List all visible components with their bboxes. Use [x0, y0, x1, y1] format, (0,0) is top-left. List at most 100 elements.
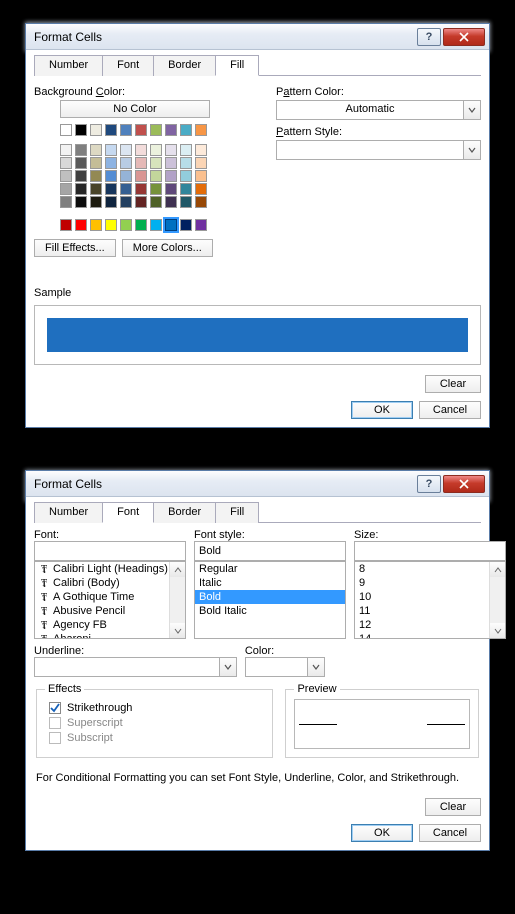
- scroll-down-icon[interactable]: [170, 623, 185, 638]
- color-swatch[interactable]: [105, 219, 117, 231]
- fill-effects-button[interactable]: Fill Effects...: [34, 239, 116, 257]
- tab-border[interactable]: Border: [153, 502, 216, 523]
- ok-button[interactable]: OK: [351, 401, 413, 419]
- list-item[interactable]: 14: [355, 632, 505, 639]
- list-item[interactable]: Regular: [195, 562, 345, 576]
- tab-border[interactable]: Border: [153, 55, 216, 76]
- list-item[interactable]: Calibri (Body): [35, 576, 185, 590]
- titlebar[interactable]: Format Cells ?: [26, 24, 489, 50]
- color-swatch[interactable]: [135, 183, 147, 195]
- color-swatch[interactable]: [75, 219, 87, 231]
- color-swatch[interactable]: [195, 219, 207, 231]
- color-swatch[interactable]: [135, 196, 147, 208]
- scroll-up-icon[interactable]: [170, 562, 185, 577]
- color-swatch[interactable]: [60, 124, 72, 136]
- color-swatch[interactable]: [105, 157, 117, 169]
- color-swatch[interactable]: [105, 196, 117, 208]
- color-swatch[interactable]: [165, 144, 177, 156]
- cancel-button[interactable]: Cancel: [419, 824, 481, 842]
- no-color-button[interactable]: No Color: [60, 100, 210, 118]
- color-swatch[interactable]: [150, 144, 162, 156]
- color-swatch[interactable]: [120, 124, 132, 136]
- color-swatch[interactable]: [90, 183, 102, 195]
- list-item[interactable]: Bold Italic: [195, 604, 345, 618]
- tab-fill[interactable]: Fill: [215, 55, 259, 76]
- help-button[interactable]: ?: [417, 475, 441, 493]
- list-item[interactable]: Bold: [195, 590, 345, 604]
- color-swatch[interactable]: [105, 144, 117, 156]
- color-swatch[interactable]: [150, 170, 162, 182]
- color-swatch[interactable]: [135, 124, 147, 136]
- color-dropdown[interactable]: [245, 657, 325, 677]
- font-input[interactable]: [34, 541, 186, 561]
- color-swatch[interactable]: [165, 196, 177, 208]
- color-swatch[interactable]: [135, 157, 147, 169]
- scrollbar[interactable]: [489, 562, 505, 638]
- color-swatch[interactable]: [180, 124, 192, 136]
- list-item[interactable]: Aharoni: [35, 632, 185, 639]
- tab-fill[interactable]: Fill: [215, 502, 259, 523]
- color-swatch[interactable]: [150, 124, 162, 136]
- font-listbox[interactable]: Calibri Light (Headings)Calibri (Body)A …: [34, 561, 186, 639]
- color-swatch[interactable]: [150, 219, 162, 231]
- scroll-up-icon[interactable]: [490, 562, 505, 577]
- scroll-down-icon[interactable]: [490, 623, 505, 638]
- color-swatch[interactable]: [165, 219, 177, 231]
- color-swatch[interactable]: [60, 170, 72, 182]
- color-swatch[interactable]: [75, 144, 87, 156]
- color-swatch[interactable]: [195, 196, 207, 208]
- color-swatch[interactable]: [195, 170, 207, 182]
- color-swatch[interactable]: [150, 157, 162, 169]
- underline-dropdown[interactable]: [34, 657, 237, 677]
- ok-button[interactable]: OK: [351, 824, 413, 842]
- color-swatch[interactable]: [165, 183, 177, 195]
- color-swatch[interactable]: [120, 144, 132, 156]
- pattern-color-dropdown[interactable]: Automatic: [276, 100, 481, 120]
- color-swatch[interactable]: [165, 124, 177, 136]
- color-swatch[interactable]: [90, 170, 102, 182]
- color-swatch[interactable]: [120, 196, 132, 208]
- color-swatch[interactable]: [75, 183, 87, 195]
- color-swatch[interactable]: [135, 219, 147, 231]
- color-swatch[interactable]: [195, 157, 207, 169]
- strikethrough-checkbox[interactable]: Strikethrough: [49, 702, 260, 714]
- color-swatch[interactable]: [105, 170, 117, 182]
- size-listbox[interactable]: 8910111214: [354, 561, 506, 639]
- tab-font[interactable]: Font: [102, 55, 154, 76]
- list-item[interactable]: 12: [355, 618, 505, 632]
- color-swatch[interactable]: [60, 144, 72, 156]
- color-swatch[interactable]: [180, 144, 192, 156]
- list-item[interactable]: Italic: [195, 576, 345, 590]
- list-item[interactable]: Abusive Pencil: [35, 604, 185, 618]
- color-swatch[interactable]: [195, 183, 207, 195]
- color-swatch[interactable]: [75, 157, 87, 169]
- list-item[interactable]: 11: [355, 604, 505, 618]
- close-button[interactable]: [443, 28, 485, 46]
- color-swatch[interactable]: [90, 124, 102, 136]
- scrollbar[interactable]: [169, 562, 185, 638]
- pattern-style-dropdown[interactable]: [276, 140, 481, 160]
- titlebar[interactable]: Format Cells ?: [26, 471, 489, 497]
- color-swatch[interactable]: [150, 196, 162, 208]
- clear-button[interactable]: Clear: [425, 798, 481, 816]
- color-swatch[interactable]: [60, 183, 72, 195]
- color-swatch[interactable]: [120, 170, 132, 182]
- font-style-input[interactable]: [194, 541, 346, 561]
- color-swatch[interactable]: [90, 157, 102, 169]
- cancel-button[interactable]: Cancel: [419, 401, 481, 419]
- color-swatch[interactable]: [150, 183, 162, 195]
- size-input[interactable]: [354, 541, 506, 561]
- tab-number[interactable]: Number: [34, 55, 103, 76]
- color-swatch[interactable]: [60, 157, 72, 169]
- color-swatch[interactable]: [120, 219, 132, 231]
- color-swatch[interactable]: [135, 170, 147, 182]
- color-swatch[interactable]: [165, 170, 177, 182]
- color-swatch[interactable]: [105, 124, 117, 136]
- color-swatch[interactable]: [180, 183, 192, 195]
- color-swatch[interactable]: [180, 170, 192, 182]
- color-swatch[interactable]: [60, 196, 72, 208]
- color-swatch[interactable]: [90, 144, 102, 156]
- help-button[interactable]: ?: [417, 28, 441, 46]
- color-swatch[interactable]: [180, 157, 192, 169]
- clear-button[interactable]: Clear: [425, 375, 481, 393]
